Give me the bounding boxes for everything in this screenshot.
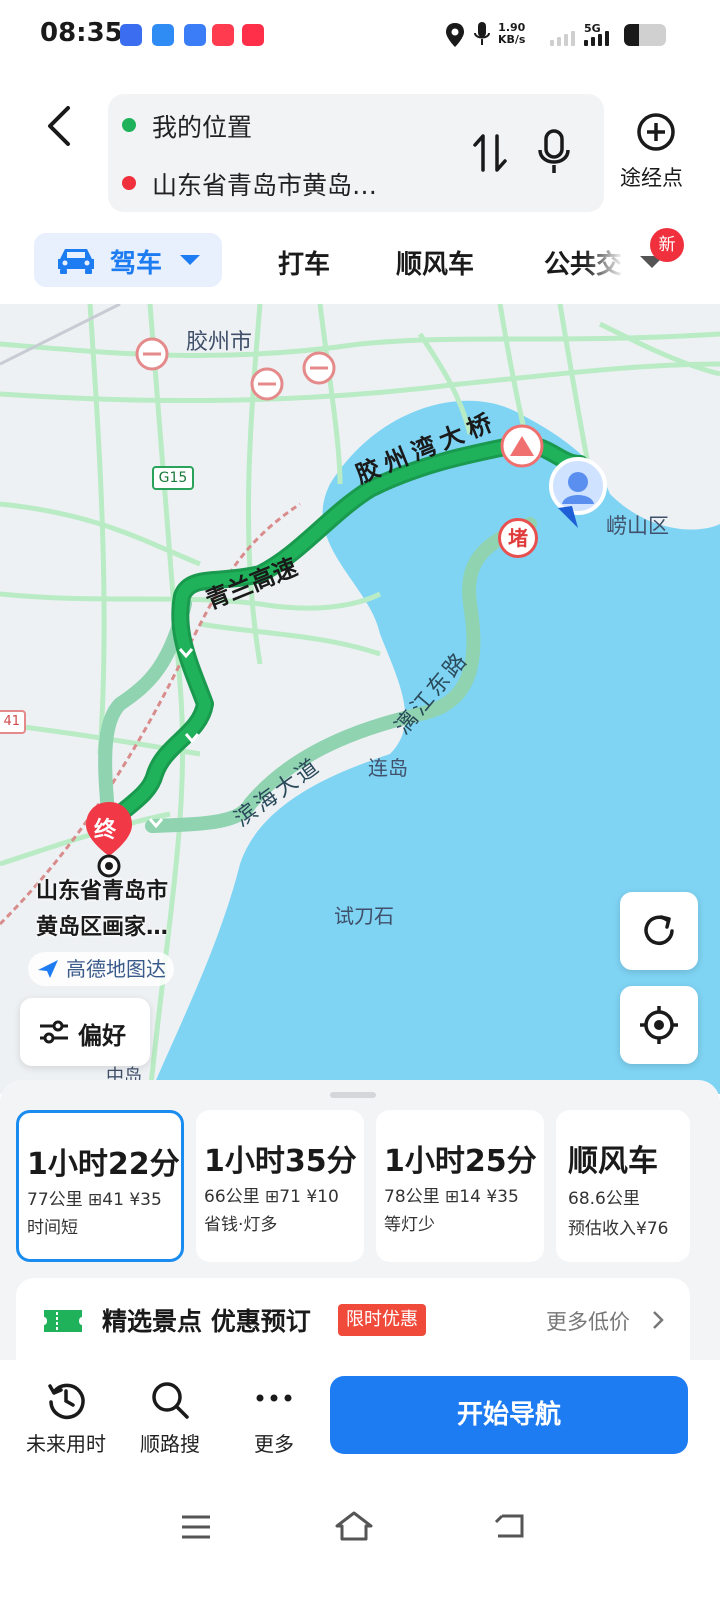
microphone-status-icon bbox=[474, 22, 490, 45]
search-icon bbox=[152, 1382, 189, 1419]
traffic-jam-marker[interactable]: 堵 bbox=[498, 518, 538, 558]
sheet-handle[interactable] bbox=[330, 1092, 376, 1098]
carpool-income: 预估收入¥76 bbox=[568, 1219, 669, 1239]
back-icon[interactable] bbox=[44, 104, 74, 148]
refresh-button[interactable] bbox=[620, 892, 698, 970]
traffic-light-icon: ⊞ bbox=[88, 1190, 103, 1210]
amap-logo-icon bbox=[38, 960, 58, 978]
construction-icon bbox=[500, 424, 544, 468]
route-time: 1小时25分 bbox=[384, 1144, 537, 1179]
destination-dot bbox=[122, 176, 136, 190]
location-icon bbox=[446, 23, 464, 47]
carpool-card[interactable]: 顺风车 68.6公里 预估收入¥76 bbox=[556, 1110, 690, 1262]
route-time: 1小时22分 bbox=[27, 1147, 180, 1182]
preference-button[interactable]: 偏好 bbox=[20, 998, 150, 1066]
home-icon[interactable] bbox=[334, 1510, 374, 1542]
video-notification-icon bbox=[212, 24, 234, 46]
car-icon bbox=[58, 249, 94, 274]
menu-icon[interactable] bbox=[180, 1514, 212, 1540]
refresh-icon bbox=[644, 915, 674, 945]
brand-watermark: 高德地图达 bbox=[28, 952, 174, 986]
travel-mode-tabs: 驾车 打车 顺风车 公共交 新 bbox=[0, 228, 720, 294]
locate-button[interactable] bbox=[620, 986, 698, 1064]
map-label-shidaoshi: 试刀石 bbox=[334, 904, 394, 928]
route-time: 1小时35分 bbox=[204, 1144, 357, 1179]
status-bar: 08:35 1.90 KB/s 5G bbox=[0, 0, 720, 72]
browser-notification-icon bbox=[184, 24, 206, 46]
chevron-right-icon bbox=[653, 1311, 664, 1329]
tab-drive[interactable]: 驾车 bbox=[34, 233, 222, 287]
route-tag: 时间短 bbox=[27, 1218, 78, 1238]
network-speed: 1.90 KB/s bbox=[498, 21, 526, 46]
promo-more-link[interactable]: 更多低价 bbox=[546, 1306, 630, 1336]
destination-map-label: 山东省青岛市 黄岛区画家… bbox=[36, 879, 169, 940]
tab-carpool[interactable]: 顺风车 bbox=[396, 244, 474, 281]
sliders-icon bbox=[40, 1020, 68, 1044]
action-bar: 未来用时 顺路搜 更多 开始导航 bbox=[0, 1360, 720, 1472]
edge-road-shield: 41 bbox=[0, 710, 26, 734]
route-card-3[interactable]: 1小时25分 78公里 ⊞14 ¥35 等灯少 bbox=[376, 1110, 544, 1262]
carpool-distance: 68.6公里 bbox=[568, 1189, 640, 1209]
ticket-icon bbox=[44, 1310, 82, 1332]
add-circle-icon bbox=[637, 113, 675, 151]
tab-taxi[interactable]: 打车 bbox=[278, 244, 330, 281]
no-entry-sign bbox=[250, 367, 284, 401]
end-marker-label: 终 bbox=[94, 818, 117, 843]
map-label-liandao: 连岛 bbox=[368, 756, 408, 780]
no-entry-sign bbox=[135, 337, 169, 371]
tab-drive-label: 驾车 bbox=[110, 249, 163, 279]
promo-badge: 限时优惠 bbox=[338, 1304, 426, 1336]
map-label-laoshan: 崂山区 bbox=[606, 514, 669, 538]
vivo-app-icon bbox=[120, 24, 142, 46]
route-stats: 78公里 ⊞14 ¥35 bbox=[384, 1187, 519, 1207]
add-waypoint-button[interactable]: 途经点 bbox=[616, 112, 696, 192]
shopping-notification-icon bbox=[242, 24, 264, 46]
voice-input-icon[interactable] bbox=[536, 128, 572, 176]
start-navigation-button[interactable]: 开始导航 bbox=[330, 1376, 688, 1454]
destination-input[interactable]: 山东省青岛市黄岛… bbox=[152, 166, 377, 202]
swap-icon[interactable] bbox=[472, 132, 508, 174]
locate-icon bbox=[640, 1006, 678, 1044]
carpool-title: 顺风车 bbox=[568, 1144, 658, 1179]
promo-banner[interactable]: 精选景点 优惠预订 限时优惠 更多低价 bbox=[16, 1278, 690, 1370]
current-location-avatar[interactable] bbox=[548, 456, 608, 530]
promo-title: 精选景点 优惠预订 bbox=[102, 1307, 311, 1336]
clock-history-icon bbox=[48, 1383, 85, 1420]
tab-transit[interactable]: 公共交 bbox=[544, 244, 624, 280]
route-stats: 77公里 ⊞41 ¥35 bbox=[27, 1190, 162, 1210]
traffic-light-icon: ⊞ bbox=[445, 1187, 460, 1207]
waypoint-label: 途经点 bbox=[620, 166, 683, 190]
map-label-jiaozhou: 胶州市 bbox=[186, 330, 253, 355]
route-sheet: 1小时22分 77公里 ⊞41 ¥35 时间短 1小时35分 66公里 ⊞71 … bbox=[0, 1080, 720, 1370]
chevron-down-icon bbox=[180, 255, 200, 265]
route-card-1[interactable]: 1小时22分 77公里 ⊞41 ¥35 时间短 bbox=[16, 1110, 184, 1262]
more-dots-icon bbox=[256, 1394, 292, 1402]
route-stats: 66公里 ⊞71 ¥10 bbox=[204, 1187, 339, 1207]
clock: 08:35 bbox=[40, 18, 123, 48]
route-tag: 等灯少 bbox=[384, 1215, 435, 1235]
route-card-2[interactable]: 1小时35分 66公里 ⊞71 ¥10 省钱·灯多 bbox=[196, 1110, 364, 1262]
no-entry-sign bbox=[302, 351, 336, 385]
back-nav-icon[interactable] bbox=[494, 1512, 526, 1540]
route-map[interactable]: 胶州市 崂山区 连岛 试刀石 中岛 胶州湾大桥 青兰高速 滨海大道 漓江东路 G… bbox=[0, 304, 720, 1094]
new-badge: 新 bbox=[650, 228, 684, 262]
highway-shield-g15: G15 bbox=[152, 466, 194, 490]
origin-dot bbox=[122, 118, 136, 132]
app-notification-icon bbox=[152, 24, 174, 46]
origin-input[interactable]: 我的位置 bbox=[152, 108, 252, 144]
route-tag: 省钱·灯多 bbox=[204, 1215, 278, 1235]
system-navigation-bar bbox=[0, 1490, 720, 1600]
route-input-box: 我的位置 山东省青岛市黄岛… bbox=[108, 94, 604, 212]
battery-icon bbox=[624, 24, 666, 46]
traffic-light-icon: ⊞ bbox=[265, 1187, 280, 1207]
